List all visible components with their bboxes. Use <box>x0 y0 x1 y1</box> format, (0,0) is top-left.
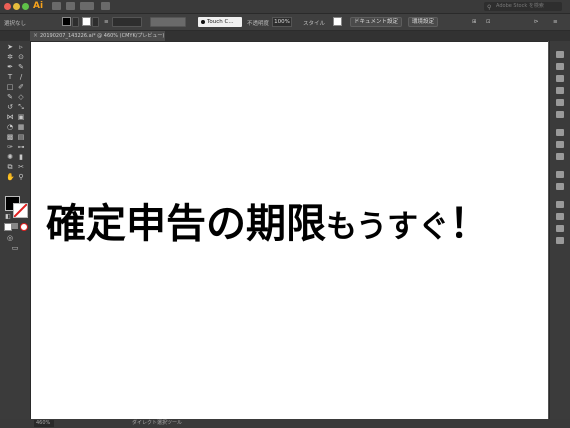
zoom-tool-icon[interactable]: ⚲ <box>17 174 25 181</box>
gpu-performance-icon[interactable] <box>101 2 110 10</box>
fill-dropdown[interactable] <box>72 17 79 27</box>
paintbrush-tool-icon[interactable]: ✐ <box>17 84 25 91</box>
free-transform-tool-icon[interactable]: ▣ <box>17 114 25 121</box>
curvature-tool-icon[interactable]: ✎ <box>17 64 25 71</box>
document-tab-title: 20190207_143226.ai* @ 460% (CMYK/プレビュー) <box>40 33 165 39</box>
search-icon: ⚲ <box>487 4 492 11</box>
document-tab[interactable]: × 20190207_143226.ai* @ 460% (CMYK/プレビュー… <box>30 31 165 41</box>
minimize-window-button[interactable] <box>13 3 20 10</box>
eyedropper-tool-icon[interactable]: ✑ <box>6 144 14 151</box>
title-bar: Ai ⚲ Adobe Stock を検索 <box>0 0 570 14</box>
shape-builder-tool-icon[interactable]: ◔ <box>6 124 14 131</box>
rotate-tool-icon[interactable]: ↺ <box>6 104 14 111</box>
hand-tool-icon[interactable]: ✋ <box>6 174 15 181</box>
default-colors-icon[interactable]: ◧ <box>4 213 12 220</box>
symbols-panel-icon[interactable] <box>556 111 564 118</box>
align-icon[interactable]: ⊞ <box>472 19 477 25</box>
style-label: スタイル <box>303 21 326 27</box>
appearance-panel-icon[interactable] <box>556 171 564 178</box>
graphic-styles-icon[interactable] <box>556 183 564 190</box>
links-panel-icon[interactable] <box>556 237 564 244</box>
graphic-style-swatch[interactable] <box>333 17 342 26</box>
direct-selection-tool-icon[interactable]: ▹ <box>17 44 25 51</box>
variable-width-profile[interactable] <box>150 17 186 27</box>
gradient-tool-icon[interactable]: ▤ <box>17 134 25 141</box>
zoom-level-field[interactable]: 460% <box>34 420 54 427</box>
headline-text[interactable]: 確定申告の期限もうすぐ！ <box>46 202 546 249</box>
column-graph-tool-icon[interactable]: ▮ <box>17 154 25 161</box>
perspective-grid-tool-icon[interactable]: ▦ <box>17 124 25 131</box>
panel-dock <box>549 41 570 419</box>
document-tab-bar: × 20190207_143226.ai* @ 460% (CMYK/プレビュー… <box>0 31 570 41</box>
color-mode-icon[interactable] <box>4 223 12 231</box>
layers-panel-icon[interactable] <box>556 201 564 208</box>
swatches-panel-icon[interactable] <box>556 87 564 94</box>
stroke-dropdown[interactable] <box>92 17 99 27</box>
color-guide-icon[interactable] <box>556 75 564 82</box>
opacity-field[interactable]: 100% <box>272 17 292 27</box>
adobe-stock-search[interactable]: ⚲ Adobe Stock を検索 <box>484 2 562 11</box>
screen-mode-icon[interactable]: ▭ <box>11 245 19 252</box>
stroke-color-box[interactable] <box>13 203 28 218</box>
stroke-panel-icon[interactable] <box>556 129 564 136</box>
width-tool-icon[interactable]: ⋈ <box>6 114 14 121</box>
none-mode-icon[interactable] <box>20 223 28 231</box>
document-setup-button[interactable]: ドキュメント設定 <box>350 17 402 27</box>
panel-menu-icon[interactable]: ≡ <box>553 19 558 25</box>
lasso-tool-icon[interactable]: ⊙ <box>17 54 25 61</box>
type-tool-icon[interactable]: T <box>6 74 14 81</box>
selection-tool-icon[interactable]: ➤ <box>6 44 14 51</box>
mesh-tool-icon[interactable]: ▩ <box>6 134 14 141</box>
stroke-swatch[interactable] <box>82 17 91 26</box>
rectangle-tool-icon[interactable]: □ <box>6 84 14 91</box>
magic-wand-tool-icon[interactable]: ✲ <box>6 54 14 61</box>
blend-tool-icon[interactable]: ⊶ <box>17 144 25 151</box>
tools-panel: ➤ ▹ ✲ ⊙ ✒ ✎ T / □ ✐ ✎ ◇ ↺ ⤡ ⋈ ▣ ◔ ▦ ▩ ▤ … <box>0 41 31 419</box>
scale-tool-icon[interactable]: ⤡ <box>17 104 25 111</box>
stroke-weight-dropdown[interactable] <box>112 17 142 27</box>
brush-definition-dropdown[interactable]: Touch C... <box>198 17 242 27</box>
isolate-icon[interactable]: ⊳ <box>534 19 539 25</box>
bridge-icon[interactable] <box>52 2 61 10</box>
selection-status: 選択なし <box>4 21 27 27</box>
brush-name: Touch C... <box>207 19 234 25</box>
asset-export-icon[interactable] <box>556 225 564 232</box>
draw-mode-icon[interactable]: ◎ <box>6 235 14 242</box>
slice-tool-icon[interactable]: ✂ <box>17 164 25 171</box>
close-tab-icon[interactable]: × <box>33 31 38 41</box>
illustrator-logo: Ai <box>33 1 44 11</box>
brushes-panel-icon[interactable] <box>556 99 564 106</box>
headline-small: もうすぐ <box>326 209 450 245</box>
zoom-window-button[interactable] <box>22 3 29 10</box>
search-placeholder: Adobe Stock を検索 <box>496 3 544 9</box>
artboards-panel-icon[interactable] <box>556 213 564 220</box>
eraser-tool-icon[interactable]: ◇ <box>17 94 25 101</box>
symbol-sprayer-tool-icon[interactable]: ✺ <box>6 154 14 161</box>
artboard-tool-icon[interactable]: ⧉ <box>6 164 14 171</box>
gradient-panel-icon[interactable] <box>556 141 564 148</box>
gradient-mode-icon[interactable] <box>12 223 18 229</box>
arrange-documents-icon[interactable] <box>80 2 94 10</box>
transparency-panel-icon[interactable] <box>556 153 564 160</box>
transform-icon[interactable]: ⊡ <box>486 19 491 25</box>
fill-swatch[interactable] <box>62 17 71 26</box>
close-window-button[interactable] <box>4 3 11 10</box>
status-bar: 460% ダイレクト選択ツール <box>0 419 570 428</box>
current-tool-hint: ダイレクト選択ツール <box>132 420 183 426</box>
control-bar: 選択なし ≡ Touch C... 不透明度 100% スタイル ドキュメント設… <box>0 14 570 31</box>
preferences-button[interactable]: 環境設定 <box>408 17 438 27</box>
stroke-label-icon: ≡ <box>104 19 109 25</box>
headline-exclamation: ！ <box>449 201 490 247</box>
color-panel-icon[interactable] <box>556 63 564 70</box>
properties-panel-icon[interactable] <box>556 51 564 58</box>
artboard-canvas[interactable]: 確定申告の期限もうすぐ！ <box>31 41 548 420</box>
stock-icon[interactable] <box>66 2 75 10</box>
brush-dot-icon <box>201 20 205 24</box>
line-tool-icon[interactable]: / <box>17 74 25 81</box>
pen-tool-icon[interactable]: ✒ <box>6 64 14 71</box>
headline-main: 確定申告の期限 <box>46 201 326 247</box>
opacity-label[interactable]: 不透明度 <box>247 19 269 27</box>
shaper-tool-icon[interactable]: ✎ <box>6 94 14 101</box>
